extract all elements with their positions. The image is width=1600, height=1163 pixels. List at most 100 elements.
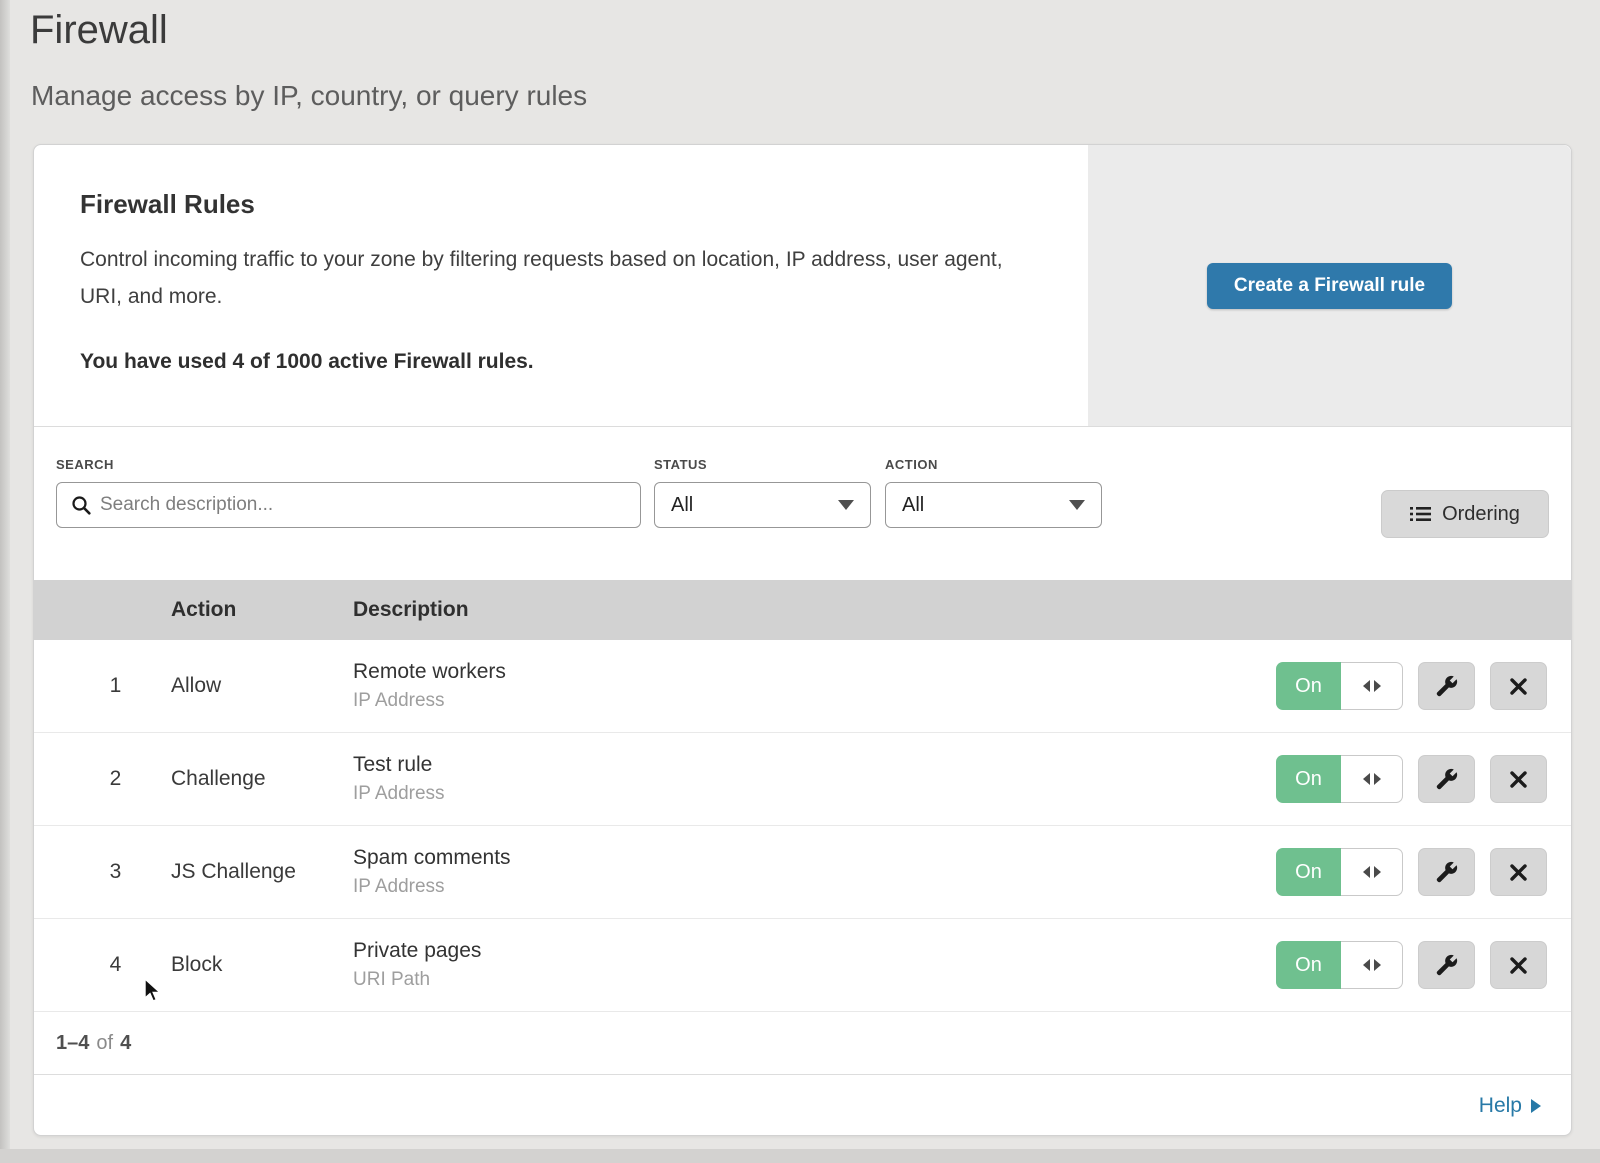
rule-description: Spam comments IP Address bbox=[353, 846, 1276, 898]
rule-controls: On bbox=[1276, 848, 1571, 896]
rule-priority: 2 bbox=[34, 767, 171, 791]
card-footer: Help bbox=[34, 1075, 1571, 1136]
rule-description-title: Test rule bbox=[353, 753, 1276, 777]
rule-action: Block bbox=[171, 953, 353, 977]
delete-rule-button[interactable] bbox=[1490, 662, 1547, 710]
ordering-list-icon bbox=[1410, 506, 1431, 522]
rule-priority: 3 bbox=[34, 860, 171, 884]
chevron-down-icon bbox=[838, 500, 854, 510]
arrow-left-icon bbox=[1363, 773, 1370, 785]
wrench-icon bbox=[1436, 675, 1458, 697]
rule-controls: On bbox=[1276, 662, 1571, 710]
section-heading: Firewall Rules bbox=[80, 189, 255, 220]
arrow-left-icon bbox=[1363, 959, 1370, 971]
edit-rule-button[interactable] bbox=[1418, 662, 1475, 710]
page-subtitle: Manage access by IP, country, or query r… bbox=[31, 80, 587, 112]
rule-description: Remote workers IP Address bbox=[353, 660, 1276, 712]
x-icon bbox=[1509, 956, 1528, 975]
rules-list: 1 Allow Remote workers IP Address On bbox=[34, 640, 1571, 1012]
rule-priority: 4 bbox=[34, 953, 171, 977]
action-filter-group: ACTION All bbox=[885, 457, 1102, 528]
action-select[interactable]: All bbox=[885, 482, 1102, 528]
usage-summary: You have used 4 of 1000 active Firewall … bbox=[80, 350, 534, 374]
ordering-button-label: Ordering bbox=[1442, 503, 1520, 526]
rule-criteria: URI Path bbox=[353, 969, 1276, 991]
pagination: 1–4 of 4 bbox=[34, 1012, 1571, 1075]
rule-enabled-toggle[interactable]: On bbox=[1276, 755, 1403, 803]
rule-enabled-toggle[interactable]: On bbox=[1276, 848, 1403, 896]
table-row: 1 Allow Remote workers IP Address On bbox=[34, 640, 1571, 733]
firewall-rules-card: Firewall Rules Control incoming traffic … bbox=[33, 144, 1572, 1136]
status-label: STATUS bbox=[654, 457, 871, 472]
ordering-button[interactable]: Ordering bbox=[1381, 490, 1549, 538]
status-selected-value: All bbox=[671, 494, 693, 517]
table-header: Action Description bbox=[34, 580, 1571, 640]
page-title: Firewall bbox=[30, 8, 168, 53]
toggle-state-label[interactable]: On bbox=[1276, 662, 1341, 710]
edit-rule-button[interactable] bbox=[1418, 848, 1475, 896]
rule-criteria: IP Address bbox=[353, 690, 1276, 712]
search-label: SEARCH bbox=[56, 457, 641, 472]
info-section: Firewall Rules Control incoming traffic … bbox=[34, 145, 1571, 427]
search-input-box[interactable] bbox=[56, 482, 641, 528]
delete-rule-button[interactable] bbox=[1490, 941, 1547, 989]
help-link-label: Help bbox=[1479, 1094, 1522, 1118]
toggle-state-label[interactable]: On bbox=[1276, 755, 1341, 803]
filters-bar: SEARCH STATUS All ACTION All bbox=[34, 427, 1571, 580]
pagination-range: 1–4 bbox=[56, 1032, 89, 1055]
pagination-total: 4 bbox=[120, 1032, 131, 1055]
arrow-right-icon bbox=[1374, 773, 1381, 785]
help-link[interactable]: Help bbox=[1479, 1094, 1541, 1118]
table-row: 4 Block Private pages URI Path On bbox=[34, 919, 1571, 1012]
rule-action: JS Challenge bbox=[171, 860, 353, 884]
action-selected-value: All bbox=[902, 494, 924, 517]
delete-rule-button[interactable] bbox=[1490, 848, 1547, 896]
delete-rule-button[interactable] bbox=[1490, 755, 1547, 803]
toggle-knob[interactable] bbox=[1341, 755, 1403, 803]
rule-description: Test rule IP Address bbox=[353, 753, 1276, 805]
rule-priority: 1 bbox=[34, 674, 171, 698]
create-rule-panel: Create a Firewall rule bbox=[1088, 145, 1571, 427]
rule-description: Private pages URI Path bbox=[353, 939, 1276, 991]
x-icon bbox=[1509, 677, 1528, 696]
rule-controls: On bbox=[1276, 941, 1571, 989]
create-firewall-rule-button[interactable]: Create a Firewall rule bbox=[1207, 263, 1452, 309]
toggle-state-label[interactable]: On bbox=[1276, 848, 1341, 896]
rule-enabled-toggle[interactable]: On bbox=[1276, 662, 1403, 710]
rule-description-title: Private pages bbox=[353, 939, 1276, 963]
arrow-left-icon bbox=[1363, 866, 1370, 878]
status-filter-group: STATUS All bbox=[654, 457, 871, 528]
x-icon bbox=[1509, 770, 1528, 789]
arrow-right-icon bbox=[1374, 680, 1381, 692]
rule-action: Allow bbox=[171, 674, 353, 698]
toggle-knob[interactable] bbox=[1341, 941, 1403, 989]
x-icon bbox=[1509, 863, 1528, 882]
rule-controls: On bbox=[1276, 755, 1571, 803]
rule-criteria: IP Address bbox=[353, 876, 1276, 898]
wrench-icon bbox=[1436, 768, 1458, 790]
table-row: 2 Challenge Test rule IP Address On bbox=[34, 733, 1571, 826]
search-icon bbox=[71, 495, 91, 515]
window-edge-bottom bbox=[0, 1149, 1600, 1163]
arrow-right-icon bbox=[1374, 959, 1381, 971]
search-input[interactable] bbox=[100, 494, 626, 516]
chevron-down-icon bbox=[1069, 500, 1085, 510]
pagination-of: of bbox=[96, 1032, 113, 1055]
action-label: ACTION bbox=[885, 457, 1102, 472]
rule-enabled-toggle[interactable]: On bbox=[1276, 941, 1403, 989]
status-select[interactable]: All bbox=[654, 482, 871, 528]
arrow-right-icon bbox=[1374, 866, 1381, 878]
description-column-header: Description bbox=[353, 598, 1571, 622]
toggle-state-label[interactable]: On bbox=[1276, 941, 1341, 989]
toggle-knob[interactable] bbox=[1341, 662, 1403, 710]
rule-action: Challenge bbox=[171, 767, 353, 791]
edit-rule-button[interactable] bbox=[1418, 941, 1475, 989]
rule-criteria: IP Address bbox=[353, 783, 1276, 805]
search-filter-group: SEARCH bbox=[56, 457, 641, 528]
rule-description-title: Spam comments bbox=[353, 846, 1276, 870]
edit-rule-button[interactable] bbox=[1418, 755, 1475, 803]
toggle-knob[interactable] bbox=[1341, 848, 1403, 896]
table-row: 3 JS Challenge Spam comments IP Address … bbox=[34, 826, 1571, 919]
wrench-icon bbox=[1436, 954, 1458, 976]
wrench-icon bbox=[1436, 861, 1458, 883]
